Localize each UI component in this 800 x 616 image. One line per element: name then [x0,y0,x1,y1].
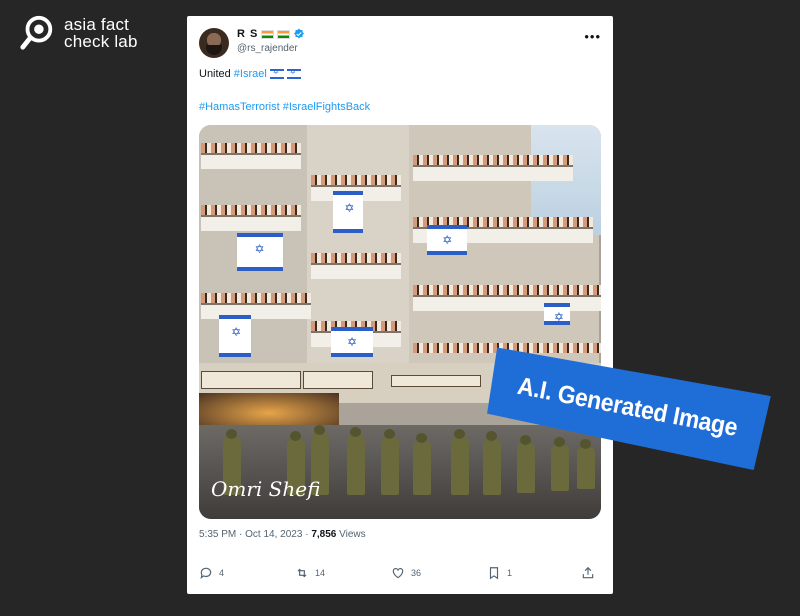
repost-icon [297,568,307,578]
tweet-text-line-1: United #Israel [199,68,301,80]
hashtag-israel-fights-back[interactable]: #IsraelFightsBack [283,101,370,113]
magnifier-logo-icon [20,15,53,50]
soldier [451,429,469,495]
meta-separator: · [239,529,243,540]
crowd [201,205,301,215]
brand-line-1: asia fact [64,15,130,34]
meta-separator: · [305,529,309,540]
crowd [311,175,401,185]
israel-flag [331,327,373,357]
brand-logo: asia fact check lab [18,14,138,52]
tweet-text-prefix: United [199,68,231,80]
israel-flag [544,303,570,325]
author-handle[interactable]: @rs_rajender [237,43,298,54]
reply-button[interactable]: 4 [199,566,295,580]
tweet-meta: 5:35 PM · Oct 14, 2023 · 7,856 Views [199,529,366,540]
soldier [347,427,365,495]
crowd [413,285,601,295]
brand-line-2: check lab [64,32,138,51]
hashtag-israel[interactable]: #Israel [234,68,267,80]
share-button[interactable] [581,566,595,580]
tweet-header: R S @rs_rajender ••• [199,28,601,64]
share-icon [582,566,594,579]
soldier [551,437,569,491]
israel-flag [219,315,251,357]
bookmark-icon [489,567,499,580]
soldier [413,433,431,495]
israel-flag [427,225,467,255]
crowd [413,155,573,165]
israel-flag-emoji [269,68,284,79]
israel-flag [333,191,363,233]
tweet-image[interactable]: Omri Shefi [199,125,601,519]
india-flag-emoji [277,29,291,39]
shop-sign [303,371,373,389]
crowd [201,293,311,303]
views-label: Views [339,529,366,540]
bookmark-count: 1 [507,568,513,578]
author-name[interactable]: R S [237,28,258,40]
balcony [201,153,301,169]
action-bar: 4 14 36 1 [199,564,601,582]
tweet-date[interactable]: Oct 14, 2023 [245,529,302,540]
reply-count: 4 [219,568,225,578]
avatar[interactable] [199,28,229,58]
bookmark-button[interactable]: 1 [487,566,581,580]
balcony [413,165,573,181]
reply-icon [200,567,212,580]
balcony [201,303,311,319]
tweet-text-line-2: #HamasTerrorist #IsraelFightsBack [199,101,370,113]
tweet-time[interactable]: 5:35 PM [199,529,236,540]
brand-wordmark: asia fact check lab [64,16,138,50]
crowd [311,253,401,263]
street [199,425,601,519]
verified-icon [294,28,305,39]
repost-button[interactable]: 14 [295,566,391,580]
crowd [201,143,301,153]
repost-count: 14 [315,568,326,578]
image-signature: Omri Shefi [211,477,321,501]
shop-sign [201,371,301,389]
india-flag-emoji [261,29,275,39]
tweet-card: R S @rs_rajender ••• United #Israel #Ham… [187,16,613,594]
hashtag-hamas-terrorist[interactable]: #HamasTerrorist [199,101,280,113]
soldier [577,439,595,489]
israel-flag [237,233,283,271]
more-icon[interactable]: ••• [584,30,601,43]
israel-flag-emoji [286,68,301,79]
soldier [483,431,501,495]
soldier [381,429,399,495]
balcony [311,263,401,279]
balcony [413,295,601,311]
views-count: 7,856 [311,529,337,540]
like-button[interactable]: 36 [391,566,487,580]
shop-sign [391,375,481,387]
like-icon [392,568,404,579]
soldier [517,435,535,493]
author-row: R S [237,28,305,40]
balcony [201,215,301,231]
like-count: 36 [411,568,422,578]
